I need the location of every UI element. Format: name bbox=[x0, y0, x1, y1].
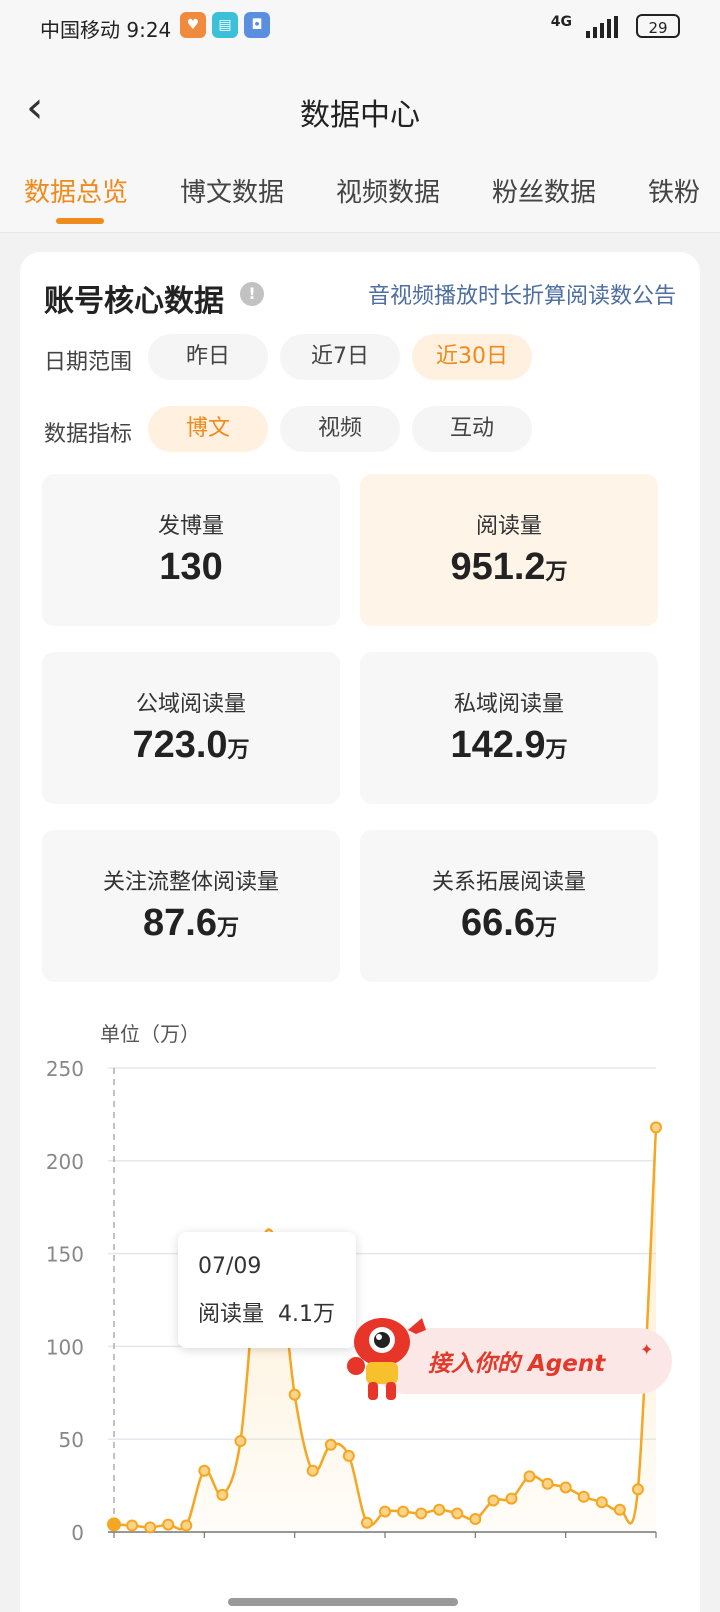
heart-app-icon: ♥ bbox=[180, 12, 206, 38]
tab-fans[interactable]: 粉丝数据 bbox=[492, 172, 596, 209]
metric-label: 阅读量 bbox=[475, 514, 542, 539]
metric-unit: 万 bbox=[545, 560, 568, 585]
data-point bbox=[613, 1503, 626, 1516]
metric-video-pill[interactable]: 视频 bbox=[280, 406, 400, 452]
tab-iron-fans[interactable]: 铁粉 bbox=[648, 172, 700, 209]
metric-value: 951.2 bbox=[450, 546, 546, 588]
carrier-time: 中国移动 9:24 bbox=[40, 18, 172, 42]
metric-value: 723.0 bbox=[132, 724, 228, 766]
data-point bbox=[360, 1516, 373, 1529]
signal-bars-icon bbox=[586, 16, 618, 38]
metric-post-count[interactable]: 发博量 130 bbox=[42, 474, 340, 626]
network-type: 4G bbox=[550, 14, 572, 30]
tab-bar: 数据总览 博文数据 视频数据 粉丝数据 铁粉 bbox=[0, 156, 720, 233]
tab-overview[interactable]: 数据总览 bbox=[24, 172, 128, 209]
data-point bbox=[216, 1488, 229, 1501]
metric-unit: 万 bbox=[227, 738, 250, 763]
metric-label: 关系拓展阅读量 bbox=[431, 870, 586, 895]
data-point bbox=[505, 1492, 518, 1505]
data-point bbox=[397, 1505, 410, 1518]
data-point bbox=[162, 1518, 175, 1531]
date-yesterday-pill[interactable]: 昨日 bbox=[148, 334, 268, 380]
data-point bbox=[379, 1505, 391, 1518]
metric-unit: 万 bbox=[545, 738, 568, 763]
battery-level: 29 bbox=[648, 19, 668, 37]
date-range-label: 日期范围 bbox=[44, 350, 133, 375]
data-point bbox=[324, 1438, 337, 1451]
chart-unit-label: 单位（万） bbox=[100, 1022, 200, 1046]
tooltip-date: 07/09 bbox=[198, 1254, 262, 1279]
data-point bbox=[288, 1388, 301, 1401]
section-title: 账号核心数据 bbox=[44, 284, 224, 319]
agent-banner-text: 接入你的 Agent bbox=[428, 1351, 606, 1377]
nav-bar: ‹ 数据中心 bbox=[0, 56, 720, 156]
y-tick-label: 200 bbox=[46, 1150, 84, 1174]
book-app-icon: ▤ bbox=[212, 12, 238, 38]
metric-interaction-pill[interactable]: 互动 bbox=[412, 406, 532, 452]
active-tab-indicator bbox=[56, 218, 104, 224]
data-point bbox=[631, 1483, 644, 1496]
data-point bbox=[144, 1521, 157, 1534]
data-point bbox=[107, 1517, 121, 1532]
home-indicator[interactable] bbox=[228, 1598, 458, 1606]
metric-label: 数据指标 bbox=[44, 422, 133, 447]
data-point bbox=[559, 1481, 572, 1494]
metric-unit: 万 bbox=[534, 916, 557, 941]
metric-public-reads[interactable]: 公域阅读量 723.0万 bbox=[42, 652, 340, 804]
data-point bbox=[451, 1507, 464, 1520]
y-tick-label: 100 bbox=[46, 1335, 84, 1359]
data-point bbox=[433, 1503, 446, 1516]
metric-relation-reads[interactable]: 关系拓展阅读量 66.6万 bbox=[360, 830, 658, 982]
y-tick-label: 50 bbox=[59, 1428, 84, 1452]
data-point bbox=[198, 1464, 211, 1477]
metric-label: 公域阅读量 bbox=[135, 692, 246, 717]
data-point bbox=[595, 1496, 608, 1509]
data-point bbox=[180, 1519, 193, 1532]
tooltip-value: 4.1万 bbox=[278, 1302, 336, 1327]
data-point bbox=[650, 1121, 662, 1134]
sparkle-icon: ✦ bbox=[640, 1340, 654, 1359]
page-title: 数据中心 bbox=[300, 98, 420, 133]
metric-value: 66.6 bbox=[461, 902, 535, 944]
data-point bbox=[541, 1477, 554, 1490]
chart-tooltip: 07/09 阅读量 4.1万 bbox=[178, 1232, 356, 1348]
tooltip-label: 阅读量 bbox=[198, 1302, 265, 1327]
y-tick-label: 150 bbox=[46, 1243, 84, 1267]
y-tick-label: 250 bbox=[46, 1057, 84, 1081]
agent-banner[interactable]: 接入你的 Agent ✦ bbox=[342, 1318, 686, 1400]
metric-label: 关注流整体阅读量 bbox=[102, 870, 279, 895]
y-tick-label: 0 bbox=[71, 1521, 84, 1545]
metric-value: 130 bbox=[159, 546, 223, 588]
data-point bbox=[126, 1519, 139, 1532]
info-icon[interactable]: ! bbox=[240, 282, 264, 306]
data-point bbox=[342, 1449, 355, 1462]
data-point bbox=[577, 1490, 590, 1503]
tab-video[interactable]: 视频数据 bbox=[336, 172, 440, 209]
data-point bbox=[469, 1513, 482, 1526]
data-point bbox=[415, 1507, 428, 1520]
metric-private-reads[interactable]: 私域阅读量 142.9万 bbox=[360, 652, 658, 804]
metric-label: 私域阅读量 bbox=[453, 692, 564, 717]
data-point bbox=[306, 1464, 319, 1477]
tab-posts[interactable]: 博文数据 bbox=[180, 172, 284, 209]
metric-unit: 万 bbox=[216, 916, 239, 941]
metric-label: 发博量 bbox=[157, 514, 224, 539]
metric-value: 142.9 bbox=[450, 724, 546, 766]
date-30days-pill[interactable]: 近30日 bbox=[412, 334, 532, 380]
core-data-card: 账号核心数据 ! 音视频播放时长折算阅读数公告 日期范围 昨日 近7日 近30日… bbox=[20, 252, 700, 1612]
metric-reads[interactable]: 阅读量 951.2万 bbox=[360, 474, 658, 626]
data-point bbox=[487, 1494, 500, 1507]
date-7days-pill[interactable]: 近7日 bbox=[280, 334, 400, 380]
shield-app-icon: ◘ bbox=[244, 12, 270, 38]
metric-follow-feed-reads[interactable]: 关注流整体阅读量 87.6万 bbox=[42, 830, 340, 982]
data-point bbox=[234, 1435, 247, 1448]
metric-posts-pill[interactable]: 博文 bbox=[148, 406, 268, 452]
data-point bbox=[523, 1470, 536, 1483]
mascot-icon bbox=[347, 1318, 426, 1400]
notice-link[interactable]: 音视频播放时长折算阅读数公告 bbox=[368, 278, 676, 310]
battery-icon: 29 bbox=[636, 14, 680, 38]
metric-value: 87.6 bbox=[143, 902, 217, 944]
status-bar: 中国移动 9:24 ♥ ▤ ◘ 4G 29 bbox=[0, 0, 720, 56]
